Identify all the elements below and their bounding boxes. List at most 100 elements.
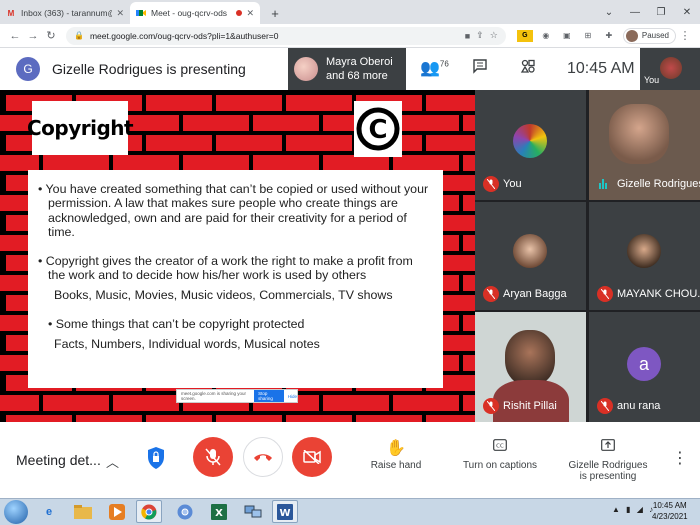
meeting-details-button[interactable]: Meeting det... <box>16 452 101 468</box>
captions-button[interactable]: CC Turn on captions <box>460 438 540 471</box>
back-icon[interactable]: ← <box>6 30 24 42</box>
sharing-notice-text: meet.google.com is sharing your screen. <box>181 391 247 401</box>
mic-off-icon <box>483 398 499 414</box>
close-tab-icon[interactable]: ✕ <box>246 8 254 19</box>
raise-hand-button[interactable]: ✋ Raise hand <box>366 438 426 471</box>
browser-tab-strip: M Inbox (363) - tarannum@theindi ✕ Meet … <box>0 0 700 24</box>
menu-kebab-icon[interactable]: ⋮ <box>676 29 694 42</box>
extensions-puzzle-icon[interactable]: ✚ <box>601 30 617 42</box>
taskbar-clock[interactable]: 10:45 AM 4/23/2021 <box>652 500 688 522</box>
participant-tile[interactable]: You <box>475 90 586 200</box>
close-window-icon[interactable]: ✕ <box>674 7 700 18</box>
raise-hand-icon: ✋ <box>386 440 406 457</box>
profile-avatar <box>625 29 638 42</box>
participant-tile[interactable]: a anu rana <box>589 312 700 422</box>
self-view-tile[interactable]: You <box>640 48 700 90</box>
excel-icon[interactable]: X <box>206 500 232 523</box>
network-icon[interactable] <box>240 500 266 523</box>
presenting-button[interactable]: Gizelle Rodrigues is presenting <box>566 438 650 482</box>
presenting-label: Gizelle Rodrigues <box>568 460 648 471</box>
camera-permission-icon[interactable]: ■ <box>465 31 470 41</box>
speaking-indicator-icon <box>599 179 607 189</box>
more-options-icon[interactable]: ⋮ <box>672 448 688 468</box>
presenting-banner: Gizelle Rodrigues is presenting <box>52 61 246 77</box>
tab-google-meet[interactable]: Meet - oug-qcrv-ods ✕ <box>130 2 260 24</box>
brick <box>393 395 459 411</box>
profile-button[interactable]: Paused <box>622 27 676 44</box>
slide-title: Copyright <box>27 101 134 155</box>
tab-search-icon[interactable]: ⌄ <box>596 7 622 18</box>
new-tab-button[interactable]: + <box>266 4 284 22</box>
system-tray-icons[interactable]: ▲ ▮ ◢ ♪ <box>612 505 655 514</box>
chat-icon[interactable] <box>472 58 488 78</box>
brick <box>426 415 475 422</box>
people-count: 76 <box>439 59 449 69</box>
chrome-icon[interactable] <box>172 500 198 523</box>
tab-gmail-inbox[interactable]: M Inbox (363) - tarannum@theindi ✕ <box>0 2 130 24</box>
extension-icon[interactable]: ◉ <box>538 30 554 42</box>
meeting-clock: 10:45 AM <box>567 60 635 77</box>
brick <box>463 355 475 371</box>
slide-subline: Facts, Numbers, Individual words, Musica… <box>54 337 320 352</box>
brick <box>146 415 212 422</box>
mic-off-icon <box>597 286 613 302</box>
slide-bullet: • Copyright gives the creator of a work … <box>38 253 413 283</box>
leave-call-button[interactable] <box>243 437 283 477</box>
presenting-label: is presenting <box>579 471 637 482</box>
camera-toggle-button[interactable] <box>292 437 332 477</box>
participant-tile[interactable]: Gizelle Rodrigues <box>589 90 700 200</box>
screen-sharing-notice: meet.google.com is sharing your screen. … <box>176 389 298 403</box>
brick <box>6 415 72 422</box>
minimize-icon[interactable]: — <box>622 7 648 18</box>
word-icon[interactable]: W <box>272 500 298 523</box>
stop-sharing-button[interactable]: Stop sharing <box>254 390 284 402</box>
reload-icon[interactable]: ↻ <box>42 29 60 42</box>
extension-icon[interactable]: G <box>516 29 533 42</box>
participant-tile[interactable]: Rishit Pillai <box>475 312 586 422</box>
participant-tray[interactable]: Mayra Oberoi and 68 more <box>288 48 406 90</box>
brick <box>356 415 422 422</box>
share-icon[interactable]: ⇪ <box>476 30 484 41</box>
hang-up-icon <box>254 454 272 461</box>
brick <box>463 235 475 251</box>
brick <box>253 155 319 171</box>
lock-icon[interactable]: 🔒 <box>74 31 84 40</box>
participant-tile[interactable]: Aryan Bagga <box>475 202 586 310</box>
brick <box>323 155 389 171</box>
ie-icon[interactable]: e <box>36 500 62 523</box>
copyright-symbol-icon: C <box>354 101 402 157</box>
microphone-toggle-button[interactable] <box>193 437 233 477</box>
presenter-avatar: G <box>16 57 40 81</box>
svg-text:W: W <box>279 508 290 519</box>
svg-text:CC: CC <box>496 444 504 450</box>
bookmark-star-icon[interactable]: ☆ <box>490 30 498 41</box>
brick <box>463 395 475 411</box>
participant-tile[interactable]: MAYANK CHOU... <box>589 202 700 310</box>
tab-title: Inbox (363) - tarannum@theindi <box>21 8 112 18</box>
extension-icon[interactable]: ▣ <box>559 30 575 42</box>
explorer-icon[interactable] <box>70 500 96 523</box>
brick <box>43 395 109 411</box>
start-button-icon[interactable] <box>4 500 28 524</box>
close-tab-icon[interactable]: ✕ <box>116 8 124 19</box>
brick <box>0 155 39 171</box>
self-view-label: You <box>644 75 660 85</box>
extension-icon[interactable]: ⊞ <box>580 30 596 42</box>
hide-button[interactable]: Hide <box>288 394 297 399</box>
avatar <box>660 57 682 79</box>
people-icon: 👥 <box>420 60 440 77</box>
people-button[interactable]: 👥76 <box>420 58 449 78</box>
address-bar[interactable]: 🔒 meet.google.com/oug-qcrv-ods?pli=1&aut… <box>66 26 506 45</box>
activities-icon[interactable] <box>520 58 536 78</box>
window-controls: ⌄ — ❐ ✕ <box>596 0 700 24</box>
brick <box>463 155 475 171</box>
chrome-icon[interactable] <box>136 500 162 523</box>
maximize-icon[interactable]: ❐ <box>648 7 674 18</box>
media-player-icon[interactable] <box>104 500 130 523</box>
forward-icon[interactable]: → <box>24 30 42 42</box>
brick <box>426 135 475 151</box>
mic-off-icon <box>597 398 613 414</box>
chevron-up-icon[interactable]: ︿ <box>106 452 119 471</box>
svg-text:X: X <box>215 508 223 519</box>
security-shield-icon[interactable] <box>146 446 166 470</box>
